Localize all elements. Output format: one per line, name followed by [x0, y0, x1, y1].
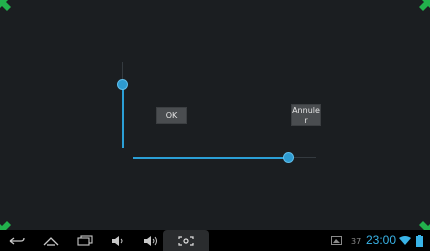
svg-text:37: 37	[351, 237, 361, 245]
horizontal-range-handle[interactable]	[283, 152, 294, 163]
recent-apps-icon[interactable]	[73, 230, 97, 251]
horizontal-range-line	[133, 157, 288, 159]
ok-button[interactable]: OK	[156, 107, 187, 124]
vertical-range-line	[122, 84, 124, 148]
notification-icon: 37	[344, 230, 368, 251]
home-icon[interactable]	[39, 230, 63, 251]
volume-up-icon[interactable]	[139, 230, 163, 251]
screenshot-icon[interactable]	[174, 230, 198, 251]
cancel-button[interactable]: Annule r	[291, 104, 321, 126]
resize-top-left-icon[interactable]	[0, 0, 12, 12]
volume-down-icon[interactable]	[106, 230, 130, 251]
wifi-icon	[398, 230, 412, 251]
resize-top-right-icon[interactable]	[418, 0, 430, 12]
back-icon[interactable]	[5, 230, 29, 251]
vertical-range-handle[interactable]	[117, 79, 128, 90]
clock: 23:00	[366, 233, 397, 247]
horizontal-guide-extension	[294, 157, 316, 158]
battery-icon	[412, 230, 426, 251]
